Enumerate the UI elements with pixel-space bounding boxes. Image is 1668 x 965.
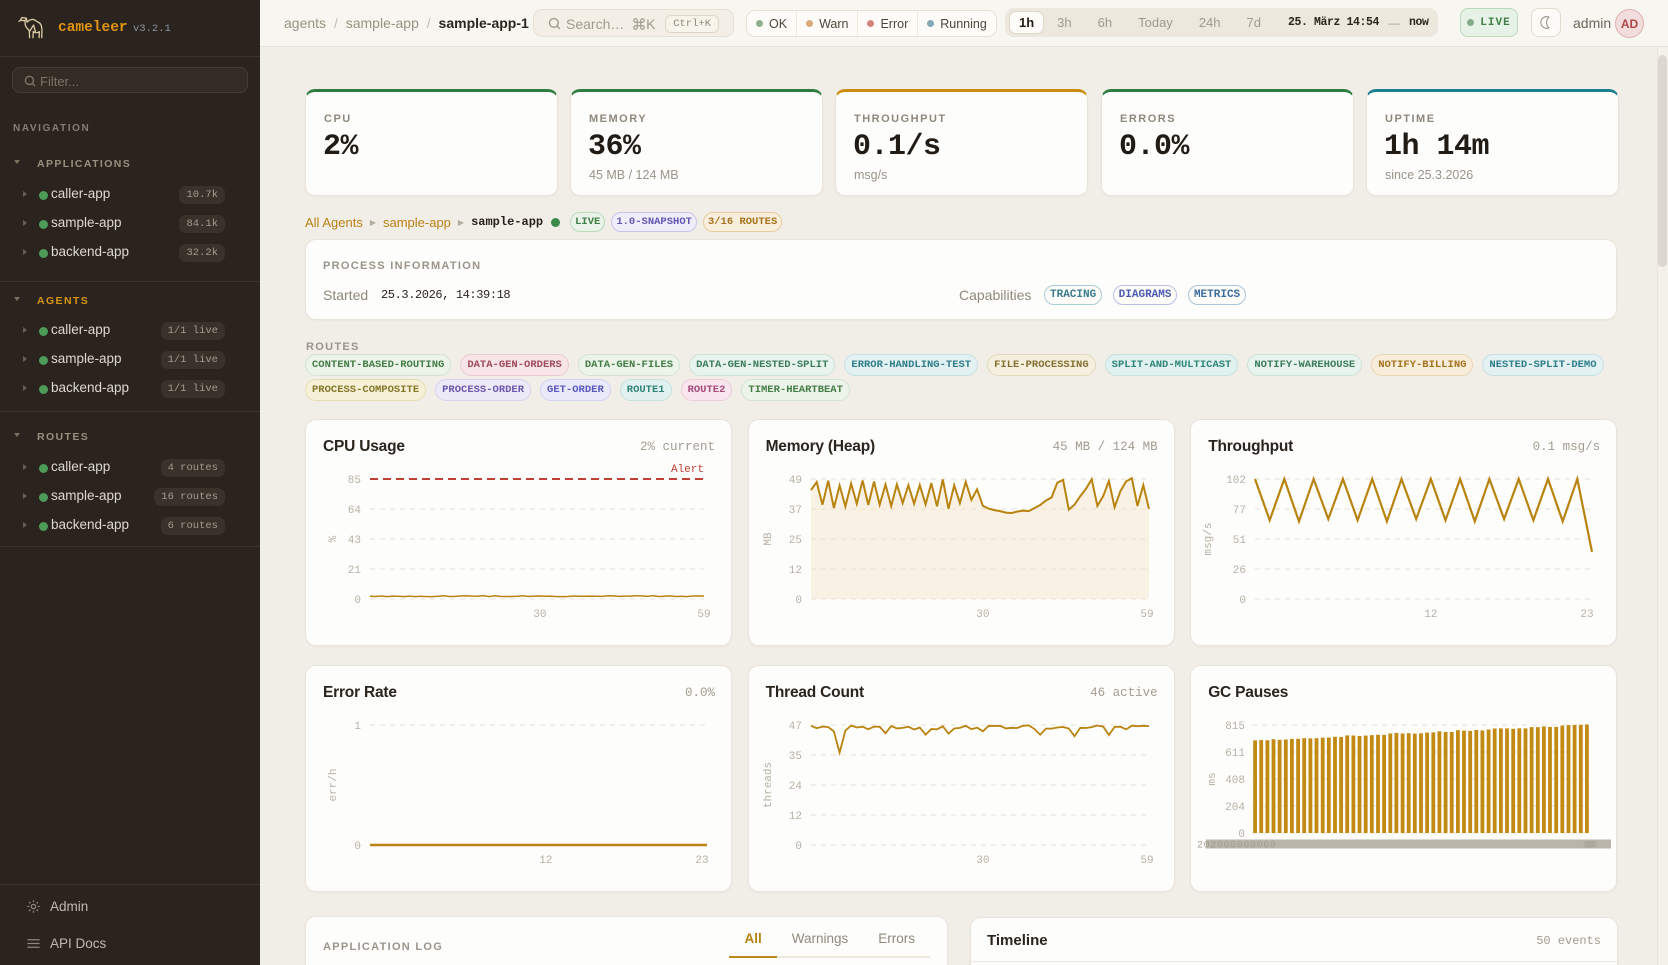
svg-text:37: 37 xyxy=(788,505,801,517)
svg-text:24: 24 xyxy=(788,781,802,793)
svg-text:815: 815 xyxy=(1225,721,1245,733)
svg-text:59: 59 xyxy=(697,609,710,621)
svg-text:23: 23 xyxy=(695,855,708,867)
svg-text:611: 611 xyxy=(1225,748,1245,760)
svg-text:0: 0 xyxy=(354,595,361,607)
svg-text:30: 30 xyxy=(976,855,989,867)
svg-text:59: 59 xyxy=(1140,855,1153,867)
svg-text:204: 204 xyxy=(1225,802,1245,814)
svg-text:2 0 2 0 0 0 0 0 0 0 0 0: 2 0 2 0 0 0 0 0 0 0 0 0 xyxy=(1197,841,1276,852)
svg-text:35: 35 xyxy=(788,751,801,763)
svg-text:25: 25 xyxy=(788,535,801,547)
svg-text:threads: threads xyxy=(763,762,775,808)
svg-text:21: 21 xyxy=(348,565,362,577)
svg-text:408: 408 xyxy=(1225,775,1245,787)
svg-text:30: 30 xyxy=(533,609,546,621)
svg-text:MB: MB xyxy=(763,532,775,546)
svg-text:49: 49 xyxy=(788,475,801,487)
svg-text:0: 0 xyxy=(795,595,802,607)
svg-text:12: 12 xyxy=(788,811,801,823)
svg-text:12: 12 xyxy=(539,855,552,867)
svg-text:64: 64 xyxy=(348,505,362,517)
svg-text:msg/s: msg/s xyxy=(1203,522,1215,555)
svg-text:23: 23 xyxy=(1581,609,1594,621)
svg-text:12: 12 xyxy=(1424,609,1437,621)
svg-text:0: 0 xyxy=(1239,829,1246,841)
svg-text:59: 59 xyxy=(1140,609,1153,621)
svg-text:26: 26 xyxy=(1233,565,1246,577)
svg-text:77: 77 xyxy=(1233,505,1246,517)
svg-text:102: 102 xyxy=(1226,475,1246,487)
svg-text:47: 47 xyxy=(788,721,801,733)
svg-text:0: 0 xyxy=(795,841,802,853)
svg-text:30: 30 xyxy=(976,609,989,621)
svg-text:43: 43 xyxy=(348,535,361,547)
svg-text:51: 51 xyxy=(1233,535,1247,547)
svg-text:0: 0 xyxy=(354,841,361,853)
svg-text:0: 0 xyxy=(1240,595,1247,607)
svg-text:err/h: err/h xyxy=(328,768,340,801)
svg-text:Alert: Alert xyxy=(671,464,704,476)
svg-text:1: 1 xyxy=(354,721,361,733)
svg-text:ms: ms xyxy=(1207,772,1219,785)
svg-text:%: % xyxy=(328,535,340,542)
svg-text:85: 85 xyxy=(348,475,361,487)
svg-text:12: 12 xyxy=(788,565,801,577)
